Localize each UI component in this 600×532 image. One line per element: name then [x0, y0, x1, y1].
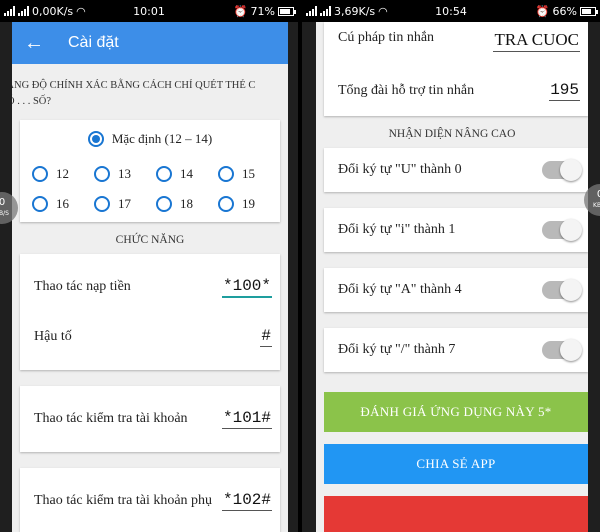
radio-options-grid: 12 13 14 15 16 17 18 19 [20, 150, 280, 212]
hotline-label: Tổng đài hỗ trợ tin nhắn [338, 83, 475, 98]
radio-option-18[interactable]: 18 [156, 196, 218, 212]
battery-percent: 66% [552, 4, 577, 18]
sms-syntax-label: Cú pháp tin nhắn [338, 30, 435, 45]
check-sub-balance-card: Thao tác kiểm tra tài khoản phụ *102# [20, 468, 280, 532]
check-sub-balance-input[interactable]: *102# [221, 491, 272, 511]
toggle-row-a[interactable]: Đổi ký tự "A" thành 4 [324, 268, 588, 312]
radio-option-15[interactable]: 15 [218, 166, 280, 182]
radio-icon[interactable] [218, 196, 234, 212]
radio-label: 13 [118, 166, 131, 181]
alarm-icon: ⏰ [535, 4, 550, 18]
status-bar-left: 0,00K/s ◠ 10:01 ⏰ 71% [0, 0, 298, 22]
suffix-label: Hậu tố [34, 329, 72, 344]
digit-count-card: Mặc định (12 – 14) 12 13 14 15 16 17 18 … [20, 120, 280, 222]
battery-icon [278, 6, 296, 16]
share-app-button[interactable]: CHIA SẺ APP [324, 444, 588, 484]
bubble-value: 0 [0, 197, 6, 208]
page-title: Cài đặt [68, 34, 119, 51]
advanced-settings-content: Cú pháp tin nhắn TRA CUOC Tổng đài hỗ tr… [316, 22, 588, 532]
radio-option-16[interactable]: 16 [32, 196, 94, 212]
alarm-icon: ⏰ [233, 4, 248, 18]
radio-icon[interactable] [94, 196, 110, 212]
rate-app-button[interactable]: ĐÁNH GIÁ ỨNG DỤNG NÀY 5* [324, 392, 588, 432]
radio-label: Mặc định (12 – 14) [111, 131, 213, 146]
toggle-card-slash: Đổi ký tự "/" thành 7 [324, 328, 588, 372]
radio-label: 16 [56, 196, 69, 211]
toggle-switch[interactable] [542, 219, 582, 241]
arrow-left-icon[interactable]: ← [24, 33, 48, 53]
battery-percent: 71% [250, 4, 275, 18]
radio-label: 17 [118, 196, 131, 211]
radio-label: 15 [242, 166, 255, 181]
signal-icon [306, 6, 317, 16]
radio-icon[interactable] [218, 166, 234, 182]
network-speed: 3,69K/s [334, 4, 376, 18]
check-balance-card: Thao tác kiểm tra tài khoản *101# [20, 386, 280, 452]
toggle-label: Đổi ký tự "i" thành 1 [338, 222, 456, 237]
radio-option-17[interactable]: 17 [94, 196, 156, 212]
toggle-label: Đổi ký tự "/" thành 7 [338, 342, 456, 357]
toggle-switch[interactable] [542, 339, 582, 361]
radio-icon[interactable] [32, 196, 48, 212]
bottom-red-button[interactable] [324, 496, 588, 532]
check-balance-label: Thao tác kiểm tra tài khoản [34, 411, 188, 426]
bubble-unit: KB/S [0, 210, 9, 217]
topup-card: Thao tác nạp tiền *100* Hậu tố # [20, 254, 280, 370]
radio-label: 18 [180, 196, 193, 211]
topup-label: Thao tác nạp tiền [34, 279, 131, 294]
radio-option-13[interactable]: 13 [94, 166, 156, 182]
sms-syntax-input[interactable]: TRA CUOC [493, 30, 580, 52]
radio-option-12[interactable]: 12 [32, 166, 94, 182]
check-sub-balance-row: Thao tác kiểm tra tài khoản phụ *102# [20, 476, 280, 526]
signal-icon [18, 6, 29, 16]
toggle-card-u: Đổi ký tự "U" thành 0 [324, 148, 588, 192]
radio-icon[interactable] [32, 166, 48, 182]
radio-label: 14 [180, 166, 193, 181]
app-bar: ← Cài đặt [12, 22, 288, 64]
toggle-label: Đổi ký tự "U" thành 0 [338, 162, 462, 177]
radio-label: 12 [56, 166, 69, 181]
radio-label: 19 [242, 196, 255, 211]
radio-icon[interactable] [94, 166, 110, 182]
radio-icon[interactable] [156, 196, 172, 212]
radio-option-19[interactable]: 19 [218, 196, 280, 212]
check-balance-input[interactable]: *101# [221, 409, 272, 429]
battery-icon [580, 6, 598, 16]
toggle-row-i[interactable]: Đổi ký tự "i" thành 1 [324, 208, 588, 252]
radio-option-14[interactable]: 14 [156, 166, 218, 182]
toggle-switch[interactable] [542, 159, 582, 181]
toggle-row-u[interactable]: Đổi ký tự "U" thành 0 [324, 148, 588, 192]
suffix-row: Hậu tố # [20, 312, 280, 362]
toggle-switch[interactable] [542, 279, 582, 301]
wifi-icon: ◠ [76, 4, 86, 18]
settings-screen: ← Cài đặt TĂNG ĐỘ CHÍNH XÁC BẰNG CÁCH CH… [0, 22, 298, 532]
toggle-row-slash[interactable]: Đổi ký tự "/" thành 7 [324, 328, 588, 372]
topup-row: Thao tác nạp tiền *100* [20, 262, 280, 312]
sms-syntax-row: Cú pháp tin nhắn TRA CUOC [324, 26, 588, 70]
toggle-card-a: Đổi ký tự "A" thành 4 [324, 268, 588, 312]
check-sub-balance-label: Thao tác kiểm tra tài khoản phụ [34, 493, 213, 508]
accuracy-question: TĂNG ĐỘ CHÍNH XÁC BẰNG CÁCH CHỈ QUÉT THẺ… [12, 80, 256, 107]
check-balance-row: Thao tác kiểm tra tài khoản *101# [20, 394, 280, 444]
radio-option-default[interactable]: Mặc định (12 – 14) [20, 128, 280, 150]
functions-section-header: CHỨC NĂNG [115, 234, 185, 246]
advanced-recognition-header: NHẬN DIỆN NÂNG CAO [388, 128, 516, 140]
toggle-card-i: Đổi ký tự "i" thành 1 [324, 208, 588, 252]
bubble-unit: KB/S [593, 202, 600, 209]
sms-card: Cú pháp tin nhắn TRA CUOC Tổng đài hỗ tr… [324, 22, 588, 116]
hotline-row: Tổng đài hỗ trợ tin nhắn 195 [324, 70, 588, 112]
settings-content: ← Cài đặt TĂNG ĐỘ CHÍNH XÁC BẰNG CÁCH CH… [12, 22, 288, 532]
network-speed: 0,00K/s [32, 4, 74, 18]
status-bar-right: 3,69K/s ◠ 10:54 ⏰ 66% [302, 0, 600, 22]
radio-icon[interactable] [156, 166, 172, 182]
topup-input[interactable]: *100* [221, 277, 272, 298]
toggle-label: Đổi ký tự "A" thành 4 [338, 282, 462, 297]
signal-icon [320, 6, 331, 16]
hotline-input[interactable]: 195 [549, 81, 580, 101]
suffix-input[interactable]: # [260, 327, 272, 347]
signal-icon [4, 6, 15, 16]
wifi-icon: ◠ [378, 4, 388, 18]
radio-checked-icon[interactable] [87, 131, 104, 147]
advanced-settings-screen: Cú pháp tin nhắn TRA CUOC Tổng đài hỗ tr… [302, 22, 600, 532]
